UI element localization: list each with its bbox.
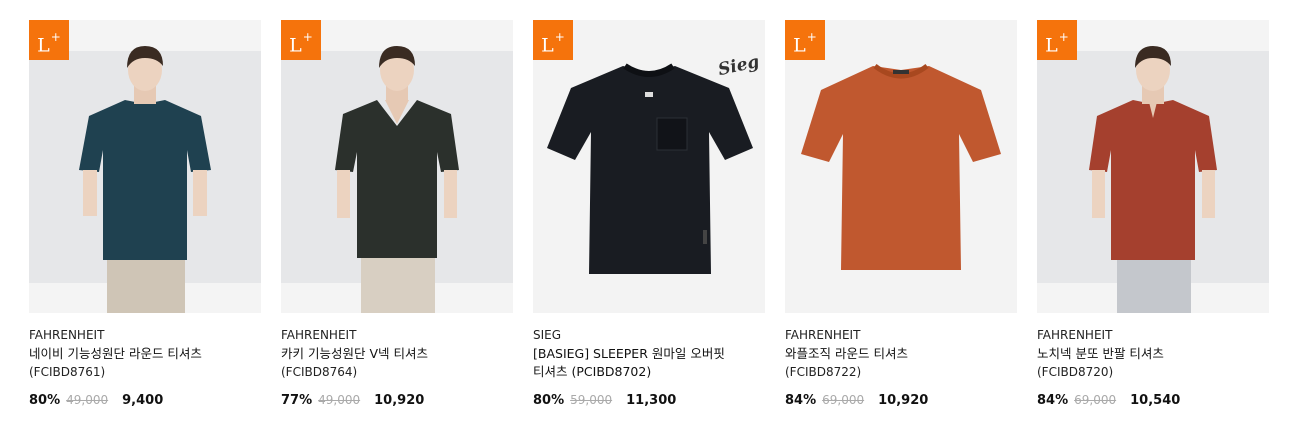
product-code: (PCIBD8702): [571, 364, 652, 379]
original-price: 59,000: [570, 393, 613, 407]
sale-price: 10,920: [878, 393, 929, 408]
price-row: 80% 59,000 11,300: [533, 393, 765, 408]
l-plus-badge: L+: [281, 20, 321, 60]
discount-rate: 80%: [29, 393, 61, 408]
l-plus-badge: L+: [533, 20, 573, 60]
shirt-shape: [547, 66, 753, 274]
model-photo: [79, 46, 211, 313]
product-brand: FAHRENHEIT: [281, 328, 357, 342]
product-name[interactable]: [BASIEG] SLEEPER 원마일 오버핏 티셔츠 (PCIBD8702): [533, 345, 765, 381]
shirt-shape: [1089, 100, 1217, 260]
discount-rate: 77%: [281, 393, 313, 408]
product-card[interactable]: Sieg L+ SIEG [BASIEG] SLEEPER 원마일 오버핏 티셔…: [533, 20, 765, 408]
sale-price: 10,920: [374, 393, 425, 408]
discount-rate: 84%: [785, 393, 817, 408]
product-name-line1: [BASIEG] SLEEPER 원마일 오버핏: [533, 346, 725, 361]
price-row: 77% 49,000 10,920: [281, 393, 513, 408]
product-code: (FCIBD8720): [1037, 365, 1114, 379]
product-image[interactable]: L+: [785, 20, 1017, 313]
product-code: (FCIBD8722): [785, 365, 862, 379]
product-brand: FAHRENHEIT: [785, 328, 861, 342]
product-image[interactable]: L+: [281, 20, 513, 313]
original-price: 69,000: [822, 393, 865, 407]
sale-price: 10,540: [1130, 393, 1181, 408]
product-code: (FCIBD8761): [29, 365, 106, 379]
model-photo: [335, 46, 459, 313]
product-name[interactable]: 네이비 기능성원단 라운드 티셔츠: [29, 345, 261, 363]
discount-rate: 80%: [533, 393, 565, 408]
product-name[interactable]: 카키 기능성원단 V넥 티셔츠: [281, 345, 513, 363]
product-image[interactable]: Sieg L+: [533, 20, 765, 313]
product-card[interactable]: L+ FAHRENHEIT 노치넥 분또 반팔 티셔츠 (FCIBD8720) …: [1037, 20, 1269, 408]
shirt-shape: [79, 100, 211, 260]
product-grid: L+ FAHRENHEIT 네이비 기능성원단 라운드 티셔츠 (FCIBD87…: [29, 20, 1269, 408]
product-brand: FAHRENHEIT: [1037, 328, 1113, 342]
original-price: 69,000: [1074, 393, 1117, 407]
product-card[interactable]: L+ FAHRENHEIT 네이비 기능성원단 라운드 티셔츠 (FCIBD87…: [29, 20, 261, 408]
price-row: 84% 69,000 10,920: [785, 393, 1017, 408]
product-image[interactable]: L+: [1037, 20, 1269, 313]
price-row: 84% 69,000 10,540: [1037, 393, 1269, 408]
l-plus-badge: L+: [785, 20, 825, 60]
discount-rate: 84%: [1037, 393, 1069, 408]
product-brand: SIEG: [533, 328, 562, 342]
original-price: 49,000: [66, 393, 109, 407]
product-name[interactable]: 노치넥 분또 반팔 티셔츠: [1037, 345, 1269, 363]
price-row: 80% 49,000 9,400: [29, 393, 261, 408]
model-photo: [1089, 46, 1217, 313]
l-plus-badge: L+: [29, 20, 69, 60]
product-card[interactable]: L+ FAHRENHEIT 와플조직 라운드 티셔츠 (FCIBD8722) 8…: [785, 20, 1017, 408]
shirt-shape: [801, 66, 1001, 270]
l-plus-badge: L+: [1037, 20, 1077, 60]
product-name-line2: 티셔츠: [533, 364, 568, 379]
product-photo: [801, 63, 1001, 270]
product-brand: FAHRENHEIT: [29, 328, 105, 342]
sale-price: 9,400: [122, 393, 164, 408]
product-image[interactable]: L+: [29, 20, 261, 313]
product-name[interactable]: 와플조직 라운드 티셔츠: [785, 345, 1017, 363]
product-card[interactable]: L+ FAHRENHEIT 카키 기능성원단 V넥 티셔츠 (FCIBD8764…: [281, 20, 513, 408]
sale-price: 11,300: [626, 393, 677, 408]
product-code: (FCIBD8764): [281, 365, 358, 379]
original-price: 49,000: [318, 393, 361, 407]
